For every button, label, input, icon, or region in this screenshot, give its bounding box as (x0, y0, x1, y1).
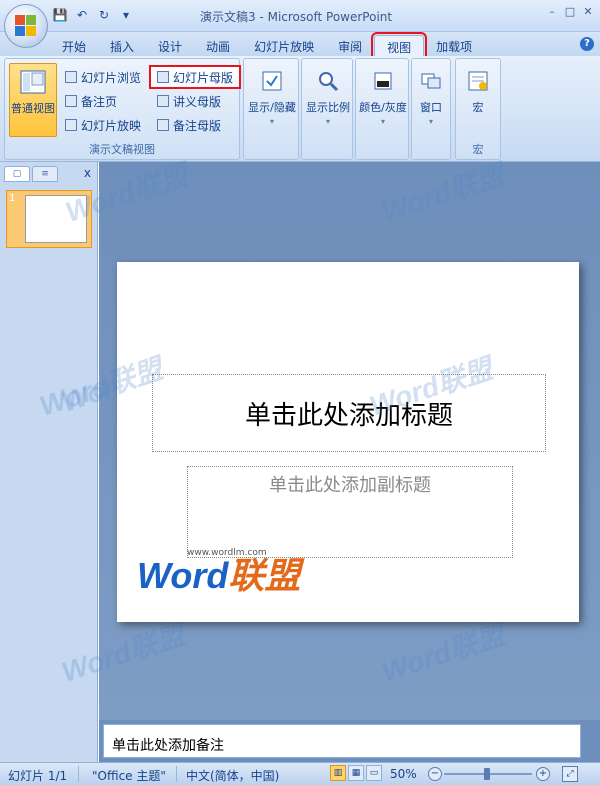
help-icon[interactable]: ? (580, 37, 594, 51)
quick-access-toolbar: 💾 ↶ ↻ ▾ (52, 7, 134, 23)
slide-thumbnail-preview (25, 195, 87, 243)
show-hide-icon (256, 65, 288, 97)
group-macros: 宏 宏 (455, 58, 501, 160)
slide-show-icon (65, 119, 77, 131)
notes-placeholder[interactable]: 单击此处添加备注 (103, 724, 581, 758)
watermark: Word联盟 (377, 619, 509, 688)
slide-sorter-status-icon[interactable]: ▦ (348, 765, 364, 781)
zoom-icon (312, 65, 344, 97)
slide-master-icon (157, 71, 169, 83)
zoom-slider-thumb[interactable] (484, 768, 490, 780)
watermark: Word联盟 (377, 159, 509, 228)
handout-master-button[interactable]: 讲义母版 (157, 91, 221, 111)
notes-master-icon (157, 119, 169, 131)
outline-tab-icon[interactable]: ≡ (32, 166, 58, 182)
window-title: 演示文稿3 - Microsoft PowerPoint (200, 10, 393, 24)
slides-tab-icon[interactable]: ▢ (4, 166, 30, 182)
slide-show-button[interactable]: 幻灯片放映 (65, 115, 141, 135)
notes-master-button[interactable]: 备注母版 (157, 115, 221, 135)
macros-icon (462, 65, 494, 97)
close-button[interactable]: ✕ (582, 6, 594, 18)
color-grayscale-icon (367, 65, 399, 97)
dropdown-arrow-icon: ▾ (325, 117, 330, 126)
normal-view-status-icon[interactable]: ▥ (330, 765, 346, 781)
group-zoom: 显示比例 ▾ (301, 58, 353, 160)
undo-icon[interactable]: ↶ (74, 7, 90, 23)
show-hide-button[interactable]: 显示/隐藏 ▾ (247, 63, 297, 137)
slide-editor-area: Word联盟 Word联盟 Word联盟 Word联盟 Word联盟 单击此处添… (36, 159, 600, 720)
zoom-button[interactable]: 显示比例 ▾ (304, 63, 352, 137)
notes-page-icon (65, 95, 77, 107)
zoom-out-icon[interactable]: − (428, 767, 442, 781)
dropdown-arrow-icon: ▾ (428, 117, 433, 126)
handout-master-icon (157, 95, 169, 107)
ribbon: 普通视图 幻灯片浏览 备注页 幻灯片放映 幻灯片母版 讲义母版 备注母版 演示文… (0, 56, 600, 162)
redo-icon[interactable]: ↻ (96, 7, 112, 23)
save-icon[interactable]: 💾 (52, 7, 68, 23)
close-pane-icon[interactable]: x (84, 166, 91, 180)
office-logo-icon (15, 15, 37, 37)
logo-cn: 联盟 (228, 555, 301, 596)
normal-view-icon (17, 66, 49, 98)
zoom-level[interactable]: 50% (390, 767, 417, 781)
slide-show-status-icon[interactable]: ▭ (366, 765, 382, 781)
window-button[interactable]: 窗口 ▾ (412, 63, 450, 137)
slides-pane: ▢ ≡ x 1 (0, 162, 98, 762)
group-show-hide: 显示/隐藏 ▾ (243, 58, 299, 160)
minimize-button[interactable]: – (546, 6, 558, 18)
dropdown-arrow-icon: ▾ (269, 117, 274, 126)
slide-sorter-icon (65, 71, 77, 83)
notes-page-button[interactable]: 备注页 (65, 91, 117, 111)
zoom-in-icon[interactable]: + (536, 767, 550, 781)
macros-button[interactable]: 宏 (456, 63, 500, 137)
group-presentation-views: 普通视图 幻灯片浏览 备注页 幻灯片放映 幻灯片母版 讲义母版 备注母版 演示文… (4, 58, 242, 160)
dropdown-arrow-icon: ▾ (380, 117, 385, 126)
wordlm-logo: www.wordlm.com Word联盟 (137, 548, 301, 596)
customize-qat-icon[interactable]: ▾ (118, 7, 134, 23)
group-window: 窗口 ▾ (411, 58, 451, 160)
group-label-presentation-views: 演示文稿视图 (89, 143, 155, 156)
theme-name: "Office 主题" (92, 769, 166, 783)
slide-sorter-button[interactable]: 幻灯片浏览 (65, 67, 141, 87)
slide-master-button[interactable]: 幻灯片母版 (149, 65, 242, 89)
restore-button[interactable]: □ (564, 6, 576, 18)
notes-pane: 单击此处添加备注 (99, 720, 600, 762)
zoom-slider[interactable]: − + (428, 767, 550, 781)
window-icon (415, 65, 447, 97)
slide-canvas[interactable]: 单击此处添加标题 单击此处添加副标题 Word联盟 Word联盟 www.wor… (36, 262, 579, 622)
language-status[interactable]: 中文(简体，中国) (186, 767, 279, 784)
fit-to-window-icon[interactable]: ⤢ (562, 766, 578, 782)
group-color-grayscale: 颜色/灰度 ▾ (355, 58, 409, 160)
office-button[interactable] (4, 4, 48, 48)
slide-number: 1 (9, 193, 16, 204)
slide-info: 幻灯片 1/1 (8, 769, 68, 783)
status-bar: 幻灯片 1/1 "Office 主题" 中文(简体，中国) ▥ ▦ ▭ 50% … (0, 762, 600, 785)
title-placeholder[interactable]: 单击此处添加标题 (152, 374, 546, 452)
ribbon-tabs: 开始 插入 设计 动画 幻灯片放映 审阅 视图 加载项 ? (0, 32, 600, 62)
slide-thumbnail[interactable]: 1 (6, 190, 92, 248)
group-label-macros: 宏 (472, 143, 484, 156)
normal-view-button[interactable]: 普通视图 (9, 63, 57, 137)
color-grayscale-button[interactable]: 颜色/灰度 ▾ (359, 63, 407, 137)
subtitle-placeholder[interactable]: 单击此处添加副标题 (187, 466, 513, 558)
logo-word: Word (137, 555, 229, 596)
title-bar: 💾 ↶ ↻ ▾ 演示文稿3 - Microsoft PowerPoint – □… (0, 0, 600, 32)
